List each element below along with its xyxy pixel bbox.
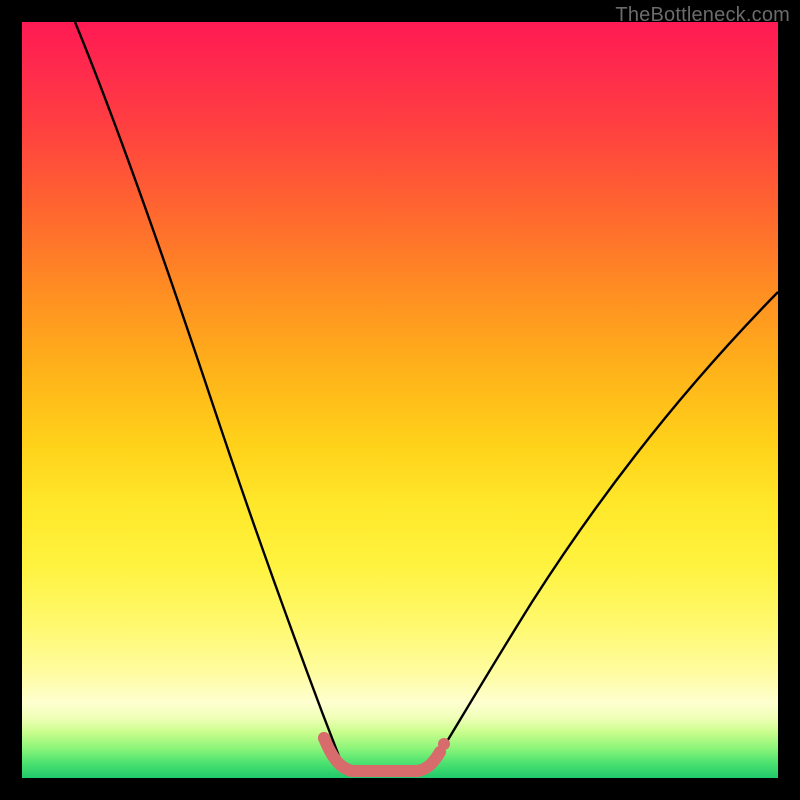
bottom-end-left-dot [318,732,330,744]
plot-area [22,22,778,778]
curve-layer [22,22,778,778]
right-curve [438,292,778,756]
chart-frame: TheBottleneck.com [0,0,800,800]
bottom-segment [324,738,440,771]
left-curve [75,22,342,764]
bottom-end-right-dot [438,738,450,750]
watermark-text: TheBottleneck.com [615,4,790,27]
